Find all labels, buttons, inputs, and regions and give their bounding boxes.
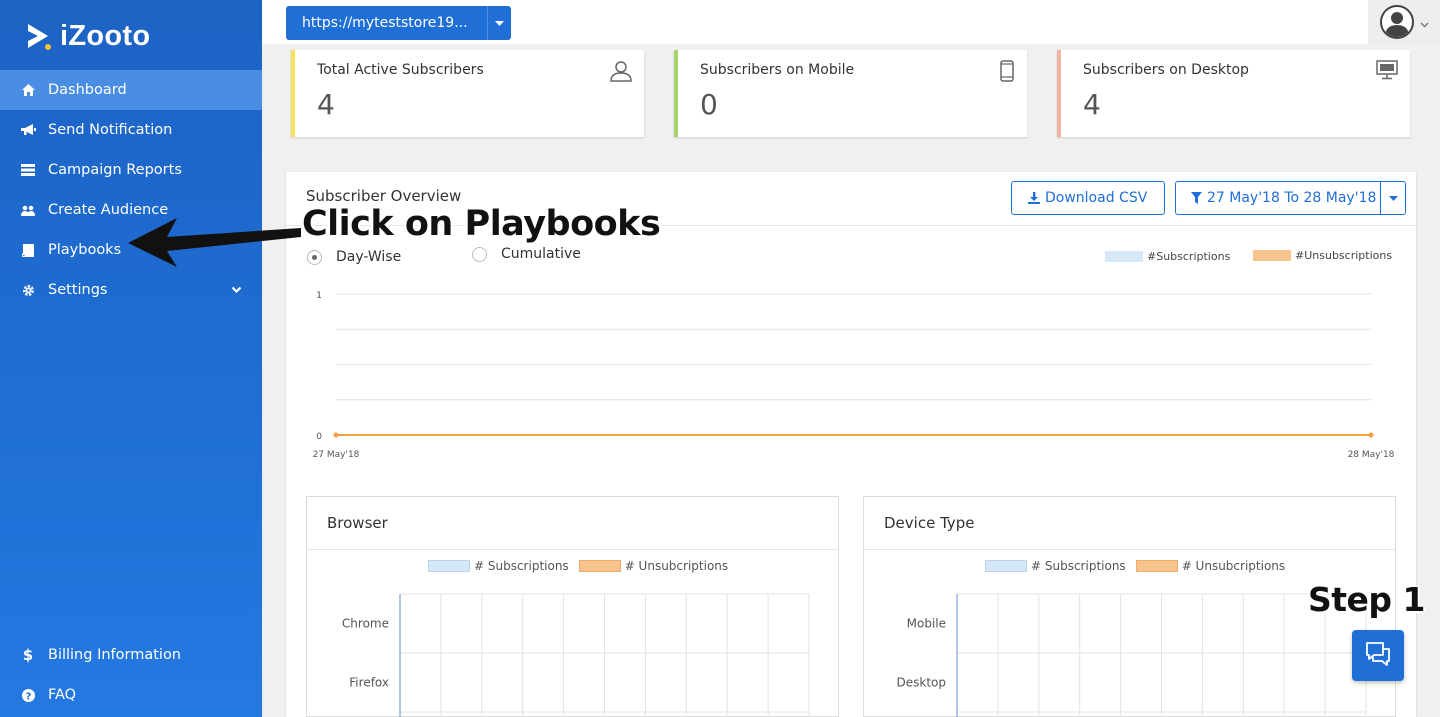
chart-legend-unsubscriptions: #Unsubscriptions [1253, 249, 1392, 262]
sidebar-item-label: FAQ [48, 687, 77, 703]
filter-icon [1191, 192, 1202, 204]
date-range-button[interactable]: 27 May'18 To 28 May'18 [1175, 181, 1406, 215]
category-label: Chrome [342, 617, 389, 631]
data-point [333, 432, 339, 438]
list-icon [20, 162, 36, 178]
y-tick-label: 1 [316, 291, 322, 301]
dollar-icon: $ [22, 646, 34, 664]
x-tick-label: 27 May'18 [313, 450, 360, 460]
legend-label: # Unsubcriptions [1181, 559, 1286, 573]
question-icon: ? [20, 687, 36, 703]
stat-value: 4 [1083, 88, 1101, 121]
svg-text:?: ? [25, 691, 31, 702]
users-icon [20, 202, 36, 218]
mobile-icon [999, 60, 1015, 86]
gear-icon [20, 282, 36, 298]
book-icon [20, 242, 36, 258]
user-icon [610, 60, 632, 86]
sidebar-item-label: Campaign Reports [48, 162, 182, 178]
sidebar-item-settings[interactable]: Settings [0, 270, 262, 310]
data-point [1368, 432, 1374, 438]
browser-panel: Browser # Subscriptions # Unsubcriptions… [306, 496, 839, 717]
brand-logo[interactable]: iZooto [26, 20, 150, 53]
sidebar-item-label: Settings [48, 282, 108, 298]
megaphone-icon [20, 122, 36, 138]
stat-label: Subscribers on Desktop [1083, 62, 1249, 78]
stat-card-mobile: Subscribers on Mobile 0 [674, 50, 1027, 137]
annotation-callout: Click on Playbooks [302, 204, 661, 244]
stat-value: 4 [317, 88, 335, 121]
avatar [1379, 5, 1414, 39]
legend-swatch [1253, 250, 1291, 261]
sidebar-item-label: Playbooks [48, 242, 122, 258]
legend-swatch [985, 560, 1027, 572]
sidebar-item-faq[interactable]: ? FAQ [0, 675, 262, 715]
device-type-panel-title: Device Type [864, 497, 1395, 550]
chevron-down-icon [1420, 13, 1429, 32]
download-csv-button[interactable]: Download CSV [1011, 181, 1165, 215]
sidebar-bottom-nav: $ Billing Information ? FAQ [0, 635, 262, 715]
annotation-arrow [128, 218, 301, 267]
browser-panel-title: Browser [307, 497, 838, 550]
logo-text: iZooto [60, 20, 151, 52]
chart-legend-subscriptions: #Subscriptions [1105, 250, 1230, 263]
sidebar-item-campaign-reports[interactable]: Campaign Reports [0, 150, 262, 190]
legend-swatch [428, 560, 470, 572]
browser-legend: # Subscriptions # Unsubcriptions [428, 559, 728, 573]
legend-swatch [578, 560, 621, 572]
legend-swatch [1135, 560, 1178, 572]
legend-label: #Subscriptions [1147, 250, 1231, 263]
legend-label: #Unsubscriptions [1295, 249, 1393, 262]
sidebar-item-billing[interactable]: $ Billing Information [0, 635, 262, 675]
mode-cumulative-option[interactable]: Cumulative [472, 246, 581, 262]
category-label: Desktop [897, 676, 947, 690]
legend-label: # Subscriptions [474, 559, 569, 573]
chat-icon [1364, 641, 1392, 671]
sidebar: iZooto Dashboard Send Notification Campa… [0, 0, 262, 717]
site-url: https://myteststore19... [302, 15, 468, 31]
top-bar: https://myteststore19... [262, 0, 1440, 44]
overview-title: Subscriber Overview [306, 187, 462, 205]
stat-label: Total Active Subscribers [317, 62, 484, 78]
stat-card-total-subscribers: Total Active Subscribers 4 [291, 50, 644, 137]
sidebar-item-send-notification[interactable]: Send Notification [0, 110, 262, 150]
category-label: Mobile [907, 617, 946, 631]
sidebar-item-label: Billing Information [48, 647, 181, 663]
date-range-label: 27 May'18 To 28 May'18 [1207, 190, 1377, 206]
download-icon [1028, 192, 1040, 204]
y-tick-label: 0 [316, 432, 322, 442]
chevron-down-icon [231, 282, 242, 298]
legend-label: # Unsubcriptions [624, 559, 729, 573]
caret-down-icon[interactable] [487, 6, 511, 40]
stat-label: Subscribers on Mobile [700, 62, 855, 78]
browser-bar-chart: Chrome Firefox [342, 593, 810, 717]
caret-down-icon[interactable] [1380, 182, 1405, 214]
sidebar-item-label: Dashboard [48, 82, 127, 98]
legend-swatch [1105, 251, 1143, 262]
stat-value: 0 [700, 88, 718, 121]
x-tick-label: 28 May'18 [1348, 450, 1395, 460]
mode-cumulative-label: Cumulative [501, 246, 581, 262]
download-csv-label: Download CSV [1045, 190, 1148, 206]
stat-card-desktop: Subscribers on Desktop 4 [1057, 50, 1410, 137]
chat-button[interactable] [1352, 630, 1404, 681]
category-label: Firefox [349, 676, 389, 690]
annotation-step: Step 1 [1308, 580, 1426, 619]
subscriber-overview-panel: Subscriber Overview Download CSV 27 May'… [286, 172, 1416, 717]
legend-label: # Subscriptions [1031, 559, 1126, 573]
radio-button-cumulative[interactable] [472, 246, 487, 262]
sidebar-item-label: Send Notification [48, 122, 173, 138]
sidebar-item-dashboard[interactable]: Dashboard [0, 70, 262, 110]
user-menu[interactable] [1368, 0, 1440, 44]
site-selector[interactable]: https://myteststore19... [286, 6, 511, 40]
home-icon [20, 82, 36, 98]
desktop-icon [1376, 60, 1398, 84]
izooto-logo-icon [26, 22, 52, 52]
device-legend: # Subscriptions # Unsubcriptions [985, 559, 1285, 573]
mode-daywise-label: Day-Wise [336, 249, 402, 265]
